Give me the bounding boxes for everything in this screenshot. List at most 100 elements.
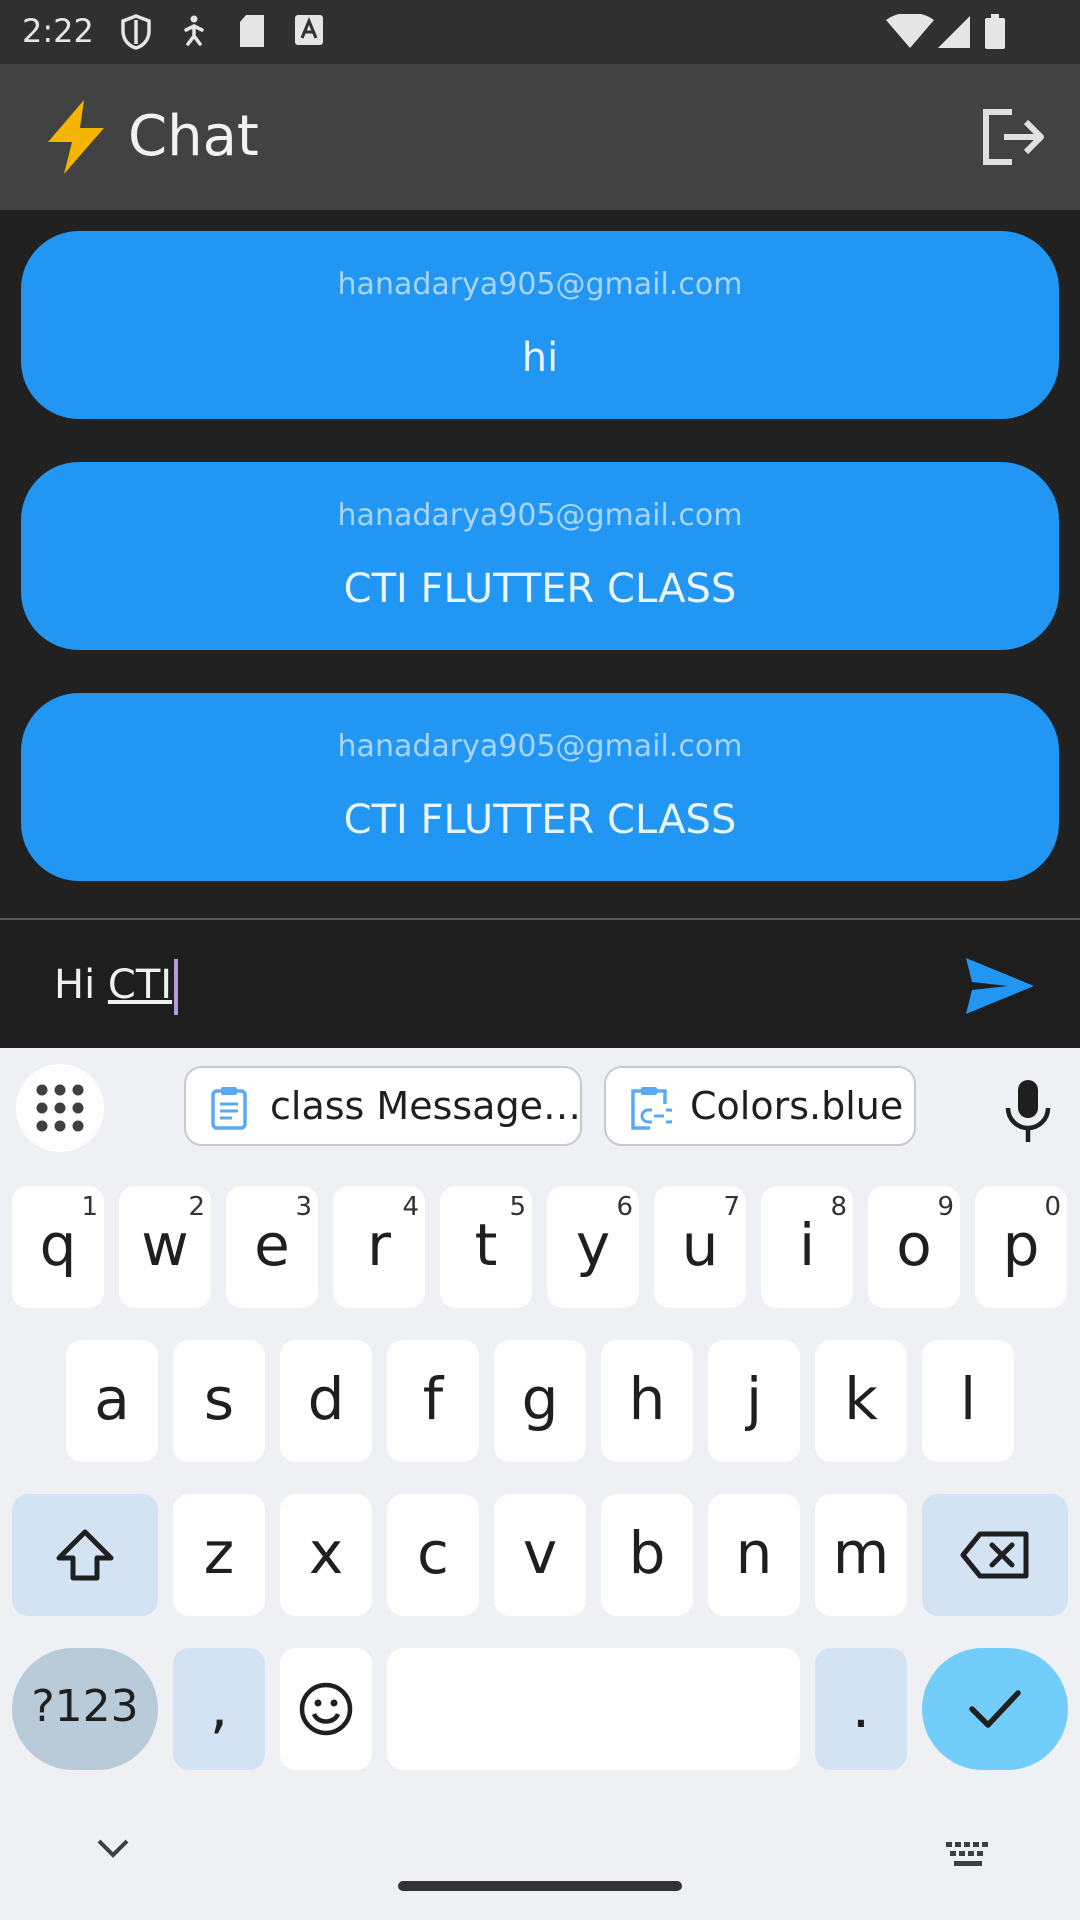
hide-keyboard-chevron-icon[interactable]: [96, 1838, 130, 1860]
key-f[interactable]: f: [387, 1340, 479, 1462]
key-label: y: [575, 1211, 611, 1279]
home-gesture-handle[interactable]: [398, 1881, 682, 1891]
key-label: s: [203, 1365, 235, 1433]
enter-key[interactable]: [922, 1648, 1068, 1770]
message-bubble: hanadarya905@gmail.com CTI FLUTTER CLASS: [21, 693, 1059, 881]
key-label: p: [1002, 1211, 1040, 1279]
message-bubble: hanadarya905@gmail.com CTI FLUTTER CLASS: [21, 462, 1059, 650]
message-input[interactable]: Hi CTI: [54, 956, 894, 1016]
key-e[interactable]: e3: [226, 1186, 318, 1308]
comma-key[interactable]: ,: [173, 1648, 265, 1770]
wifi-icon: [886, 14, 934, 48]
key-label: l: [959, 1365, 977, 1433]
page-title: Chat: [128, 104, 259, 169]
bolt-icon: [48, 100, 104, 174]
key-v[interactable]: v: [494, 1494, 586, 1616]
key-label: q: [39, 1211, 77, 1279]
key-i[interactable]: i8: [761, 1186, 853, 1308]
clipboard-suggestion-chip[interactable]: Colors.blue: [604, 1066, 916, 1146]
symbols-key[interactable]: ?123: [12, 1648, 158, 1770]
key-n[interactable]: n: [708, 1494, 800, 1616]
backspace-icon: [960, 1531, 1029, 1579]
key-label: u: [681, 1211, 719, 1279]
clipboard-suggestion-chip[interactable]: class Message…: [184, 1066, 582, 1146]
backspace-key[interactable]: [922, 1494, 1068, 1616]
key-label: o: [896, 1211, 932, 1279]
key-label: t: [474, 1211, 498, 1279]
key-label: g: [521, 1365, 559, 1433]
accessibility-icon: [184, 15, 204, 46]
key-hint: 3: [295, 1192, 312, 1222]
keyboard-apps-button[interactable]: [16, 1064, 104, 1152]
key-w[interactable]: w2: [119, 1186, 211, 1308]
key-label: n: [735, 1519, 773, 1587]
key-l[interactable]: l: [922, 1340, 1014, 1462]
send-button[interactable]: [964, 956, 1036, 1016]
key-label: h: [628, 1365, 666, 1433]
apps-grid-icon: [36, 1084, 84, 1132]
cellular-signal-icon: [938, 16, 970, 48]
app-bar: Chat: [0, 64, 1080, 210]
key-label: z: [203, 1519, 235, 1587]
composer-row: Hi CTI: [0, 918, 1080, 1048]
key-s[interactable]: s: [173, 1340, 265, 1462]
key-m[interactable]: m: [815, 1494, 907, 1616]
key-hint: 0: [1044, 1192, 1061, 1222]
key-label: v: [522, 1519, 558, 1587]
clipboard-icon: [211, 1087, 247, 1130]
key-hint: 5: [509, 1192, 526, 1222]
key-g[interactable]: g: [494, 1340, 586, 1462]
message-list[interactable]: hanadarya905@gmail.com hi hanadarya905@g…: [0, 210, 1080, 918]
key-label: d: [307, 1365, 345, 1433]
key-label: j: [745, 1365, 763, 1433]
clipboard-link-icon: [631, 1087, 672, 1130]
message-bubble: hanadarya905@gmail.com hi: [21, 231, 1059, 419]
key-label: a: [94, 1365, 130, 1433]
emoji-key[interactable]: [280, 1648, 372, 1770]
key-hint: 7: [723, 1192, 740, 1222]
key-h[interactable]: h: [601, 1340, 693, 1462]
key-z[interactable]: z: [173, 1494, 265, 1616]
key-label: ,: [209, 1673, 229, 1741]
text-caret: [174, 959, 179, 1015]
status-bar: 2:22: [0, 0, 1080, 64]
message-text: CTI FLUTTER CLASS: [343, 797, 737, 843]
key-label: f: [422, 1365, 444, 1433]
chip-label: Colors.blue: [690, 1084, 904, 1128]
key-label: i: [798, 1211, 816, 1279]
voice-input-button[interactable]: [998, 1076, 1058, 1146]
key-o[interactable]: o9: [868, 1186, 960, 1308]
key-label: x: [308, 1519, 344, 1587]
key-d[interactable]: d: [280, 1340, 372, 1462]
key-hint: 6: [616, 1192, 633, 1222]
key-a[interactable]: a: [66, 1340, 158, 1462]
key-label: c: [417, 1519, 449, 1587]
message-input-text: Hi: [54, 962, 108, 1008]
key-k[interactable]: k: [815, 1340, 907, 1462]
key-j[interactable]: j: [708, 1340, 800, 1462]
chip-label: class Message…: [270, 1084, 581, 1128]
key-b[interactable]: b: [601, 1494, 693, 1616]
logout-button[interactable]: [978, 104, 1050, 170]
message-text: CTI FLUTTER CLASS: [343, 566, 737, 612]
key-p[interactable]: p0: [975, 1186, 1067, 1308]
sd-card-icon: [240, 15, 264, 47]
message-input-composing: CTI: [107, 962, 173, 1008]
keyboard-switch-icon[interactable]: [946, 1842, 990, 1872]
key-x[interactable]: x: [280, 1494, 372, 1616]
key-r[interactable]: r4: [333, 1186, 425, 1308]
key-c[interactable]: c: [387, 1494, 479, 1616]
shift-key[interactable]: [12, 1494, 158, 1616]
key-q[interactable]: q1: [12, 1186, 104, 1308]
message-sender: hanadarya905@gmail.com: [337, 267, 743, 302]
key-t[interactable]: t5: [440, 1186, 532, 1308]
key-label: .: [851, 1673, 871, 1741]
key-label: m: [832, 1519, 890, 1587]
shift-icon: [56, 1529, 114, 1581]
key-hint: 8: [830, 1192, 847, 1222]
period-key[interactable]: .: [815, 1648, 907, 1770]
message-sender: hanadarya905@gmail.com: [337, 729, 743, 764]
space-key[interactable]: [387, 1648, 800, 1770]
key-y[interactable]: y6: [547, 1186, 639, 1308]
key-u[interactable]: u7: [654, 1186, 746, 1308]
